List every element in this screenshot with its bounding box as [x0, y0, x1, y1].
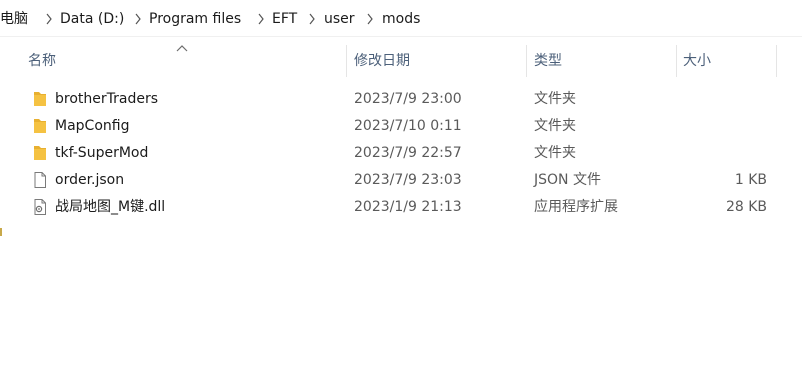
folder-icon [31, 144, 49, 162]
file-name: tkf-SuperMod [55, 145, 149, 161]
file-type: 应用程序扩展 [534, 199, 618, 215]
chevron-right-icon[interactable] [307, 12, 317, 26]
file-row-order-json[interactable]: order.json 2023/7/9 23:03 JSON 文件 1 KB [22, 167, 782, 193]
file-size: 28 KB [725, 199, 767, 215]
chevron-right-icon[interactable] [44, 12, 54, 26]
chevron-right-icon[interactable] [256, 12, 266, 26]
file-row-dll[interactable]: 战局地图_M键.dll 2023/1/9 21:13 应用程序扩展 28 KB [22, 194, 782, 220]
file-type: 文件夹 [534, 91, 576, 107]
file-row-brothertraders[interactable]: brotherTraders 2023/7/9 23:00 文件夹 [22, 86, 782, 112]
column-header-date[interactable]: 修改日期 [347, 45, 526, 77]
file-type: JSON 文件 [534, 172, 601, 188]
file-icon [31, 171, 49, 189]
column-header-size[interactable]: 大小 [677, 45, 776, 77]
dll-file-icon [31, 198, 49, 216]
column-header-name[interactable]: 名称 [22, 45, 346, 77]
breadcrumb-item-eft[interactable]: EFT [272, 9, 297, 29]
folder-icon [31, 90, 49, 108]
file-date: 2023/7/9 22:57 [354, 145, 462, 161]
file-name: MapConfig [55, 118, 130, 134]
file-date: 2023/7/9 23:00 [354, 91, 462, 107]
file-explorer-window: 此电脑 Data (D:) Program files EFT user mod… [0, 0, 802, 386]
column-header-type[interactable]: 类型 [527, 45, 676, 77]
file-name: brotherTraders [55, 91, 159, 107]
file-type: 文件夹 [534, 145, 576, 161]
column-divider[interactable] [776, 45, 777, 77]
breadcrumb-item-data-drive[interactable]: Data (D:) [60, 9, 124, 29]
breadcrumb-item-program-files[interactable]: Program files [149, 9, 241, 29]
chevron-right-icon[interactable] [133, 12, 143, 26]
file-row-tkf-supermod[interactable]: tkf-SuperMod 2023/7/9 22:57 文件夹 [22, 140, 782, 166]
file-name: 战局地图_M键.dll [55, 199, 166, 215]
breadcrumb-item-user[interactable]: user [324, 9, 355, 29]
breadcrumb-item-mods[interactable]: mods [382, 9, 420, 29]
file-name: order.json [55, 172, 125, 188]
file-size: 1 KB [734, 172, 767, 188]
file-row-mapconfig[interactable]: MapConfig 2023/7/10 0:11 文件夹 [22, 113, 782, 139]
file-date: 2023/7/10 0:11 [354, 118, 462, 134]
file-date: 2023/7/9 23:03 [354, 172, 462, 188]
breadcrumb: 此电脑 Data (D:) Program files EFT user mod… [0, 0, 802, 37]
folder-icon [31, 117, 49, 135]
file-date: 2023/1/9 21:13 [354, 199, 462, 215]
window-edge-marker [0, 228, 2, 236]
file-type: 文件夹 [534, 118, 576, 134]
breadcrumb-item-this-pc[interactable]: 此电脑 [0, 9, 28, 29]
chevron-right-icon[interactable] [365, 12, 375, 26]
